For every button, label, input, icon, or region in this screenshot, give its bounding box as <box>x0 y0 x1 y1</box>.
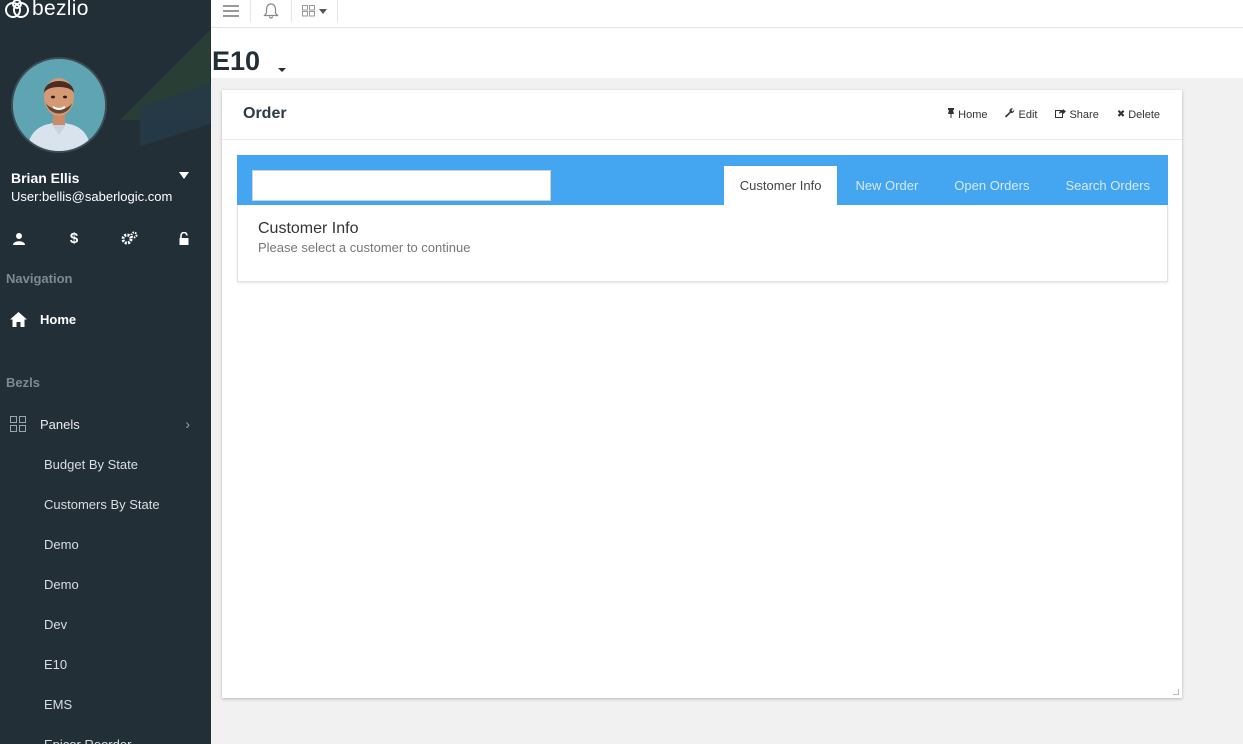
app-logo[interactable]: bezlio <box>4 0 89 21</box>
user-email: User:bellis@saberlogic.com <box>11 189 173 204</box>
panel-item[interactable]: Demo <box>44 535 160 575</box>
hamburger-icon <box>222 5 239 17</box>
panel-item[interactable]: E10 <box>44 655 160 695</box>
close-icon: ✖ <box>1116 109 1126 120</box>
home-action-label: Home <box>958 108 988 121</box>
nav-item-home-label: Home <box>40 312 77 327</box>
share-action-button[interactable]: Share <box>1055 108 1099 121</box>
caret-down-icon <box>319 8 327 14</box>
delete-action-button[interactable]: ✖ Delete <box>1117 109 1160 121</box>
tab-open-orders[interactable]: Open Orders <box>936 166 1047 205</box>
tab-search-orders[interactable]: Search Orders <box>1047 166 1168 205</box>
title-caret-icon[interactable] <box>278 68 286 72</box>
edit-action-button[interactable]: Edit <box>1005 108 1037 121</box>
user-actions: $ <box>0 229 211 249</box>
chevron-right-icon: › <box>185 416 190 432</box>
nav-item-home[interactable]: Home <box>10 312 76 327</box>
apps-menu-button[interactable] <box>292 0 338 22</box>
customer-info-message: Please select a customer to continue <box>258 240 471 255</box>
order-tabs: Customer Info New Order Open Orders Sear… <box>723 166 1168 205</box>
page-title[interactable]: E10 <box>212 46 260 77</box>
wrench-icon <box>1005 108 1015 121</box>
user-icon[interactable] <box>10 229 28 247</box>
bell-icon <box>263 3 279 19</box>
panel-title: Order <box>243 105 287 122</box>
panel-item[interactable]: EMS <box>44 695 160 735</box>
top-bar <box>211 0 1243 28</box>
cogs-icon[interactable] <box>120 229 138 247</box>
app-logo-text: bezlio <box>32 0 89 20</box>
home-icon <box>10 312 27 327</box>
panel-item[interactable]: Budget By State <box>44 455 160 495</box>
sidebar: bezlio Brian Ellis User:bellis@saberlogi… <box>0 0 211 744</box>
grid-icon <box>302 5 315 17</box>
home-action-button[interactable]: Home <box>947 108 987 121</box>
panel-actions: Home Edit Share ✖ Delete <box>929 108 1160 121</box>
resize-handle-icon[interactable] <box>1173 689 1179 695</box>
pin-icon <box>947 108 955 121</box>
dollar-icon[interactable]: $ <box>65 229 83 247</box>
customer-info-title: Customer Info <box>258 220 359 237</box>
tab-new-order[interactable]: New Order <box>837 166 936 205</box>
delete-action-label: Delete <box>1128 108 1160 121</box>
tab-customer-info[interactable]: Customer Info <box>723 166 838 205</box>
order-panel: Order Home Edit Share ✖ Delete Customer … <box>222 90 1182 698</box>
panel-header: Order Home Edit Share ✖ Delete <box>222 90 1182 140</box>
avatar-image <box>13 59 105 151</box>
grid-icon <box>10 416 26 432</box>
notifications-button[interactable] <box>251 0 292 22</box>
title-strip <box>211 28 1243 78</box>
customer-info-section: Customer Info Please select a customer t… <box>237 205 1168 282</box>
avatar[interactable] <box>11 57 107 153</box>
nav-item-panels[interactable]: Panels › <box>10 416 190 432</box>
panel-item[interactable]: Epicor Reorder <box>44 735 160 744</box>
customer-search-input[interactable] <box>252 170 551 201</box>
panel-item[interactable]: Demo <box>44 575 160 615</box>
menu-toggle-button[interactable] <box>211 0 251 22</box>
bezls-heading: Bezls <box>6 375 40 390</box>
edit-action-label: Edit <box>1018 108 1038 121</box>
nav-item-panels-label: Panels <box>40 416 80 432</box>
share-icon <box>1055 108 1067 121</box>
user-name[interactable]: Brian Ellis <box>11 170 79 186</box>
user-menu-caret-icon[interactable] <box>179 172 189 179</box>
bezlio-logo-icon <box>5 0 29 18</box>
nav-heading: Navigation <box>6 271 73 286</box>
order-toolbar: Customer Info New Order Open Orders Sear… <box>237 155 1168 205</box>
unlock-icon[interactable] <box>175 229 193 247</box>
panel-item[interactable]: Customers By State <box>44 495 160 535</box>
panel-item[interactable]: Dev <box>44 615 160 655</box>
share-action-label: Share <box>1069 108 1099 121</box>
panel-list: Budget By State Customers By State Demo … <box>44 455 160 744</box>
